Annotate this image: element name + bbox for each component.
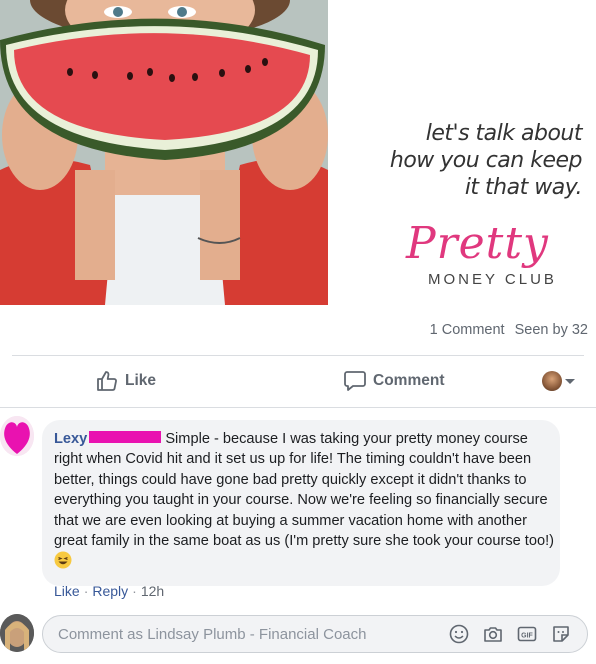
comment-author[interactable]: Lexy: [54, 431, 87, 447]
quote-line: it that way.: [464, 175, 583, 200]
avatar[interactable]: [0, 416, 34, 456]
comment-count[interactable]: 1 Comment: [430, 322, 505, 338]
divider: [12, 355, 584, 356]
comment-meta: Like · Reply · 12h: [54, 583, 164, 599]
post-stats: 1 Comment Seen by 32: [430, 322, 588, 338]
pretty-money-club-logo: Pretty MONEY CLUB: [392, 218, 592, 292]
avatar: [542, 371, 562, 391]
comment-button[interactable]: Comment: [343, 369, 444, 393]
laughing-emoji-icon: [54, 551, 72, 569]
like-label: Like: [125, 372, 157, 389]
comment-text: Simple - because I was taking your prett…: [54, 431, 555, 550]
quote-line: let's talk about: [425, 121, 583, 146]
speech-bubble-icon: [344, 371, 366, 391]
comment-label: Comment: [373, 372, 445, 389]
like-button[interactable]: Like: [95, 369, 156, 393]
watermelon-photo: [0, 0, 328, 305]
divider: [0, 407, 596, 408]
avatar[interactable]: [0, 614, 34, 652]
emoji-icon[interactable]: [449, 624, 469, 644]
comment-input[interactable]: [58, 616, 418, 652]
comment-timestamp[interactable]: 12h: [141, 583, 164, 599]
page-selector[interactable]: [542, 371, 578, 391]
separator-dot: ·: [83, 583, 89, 599]
comment-composer: GIF: [42, 615, 588, 653]
post-actions: Like Comment: [0, 358, 596, 404]
svg-text:GIF: GIF: [521, 633, 533, 640]
comment-body: Lexy Simple - because I was taking your …: [54, 429, 554, 573]
sticker-icon[interactable]: [551, 624, 571, 644]
thumbs-up-icon: [97, 371, 117, 391]
camera-icon[interactable]: [483, 624, 503, 644]
logo-subtitle: MONEY CLUB: [428, 271, 557, 288]
logo-script: Pretty: [406, 218, 549, 269]
separator-dot: ·: [132, 583, 137, 599]
seen-by[interactable]: Seen by 32: [515, 322, 588, 338]
post-image[interactable]: let's talk about how you can keep it tha…: [0, 0, 596, 305]
composer-icons: GIF: [449, 624, 571, 644]
comment-like-link[interactable]: Like: [54, 583, 80, 599]
comment-bubble: Lexy Simple - because I was taking your …: [42, 420, 560, 586]
redaction-bar: [89, 431, 162, 443]
caret-down-icon: [565, 379, 575, 384]
quote-line: how you can keep: [389, 148, 583, 173]
comment-reply-link[interactable]: Reply: [92, 583, 128, 599]
image-quote: let's talk about how you can keep it tha…: [389, 120, 583, 201]
gif-icon[interactable]: GIF: [517, 624, 537, 644]
